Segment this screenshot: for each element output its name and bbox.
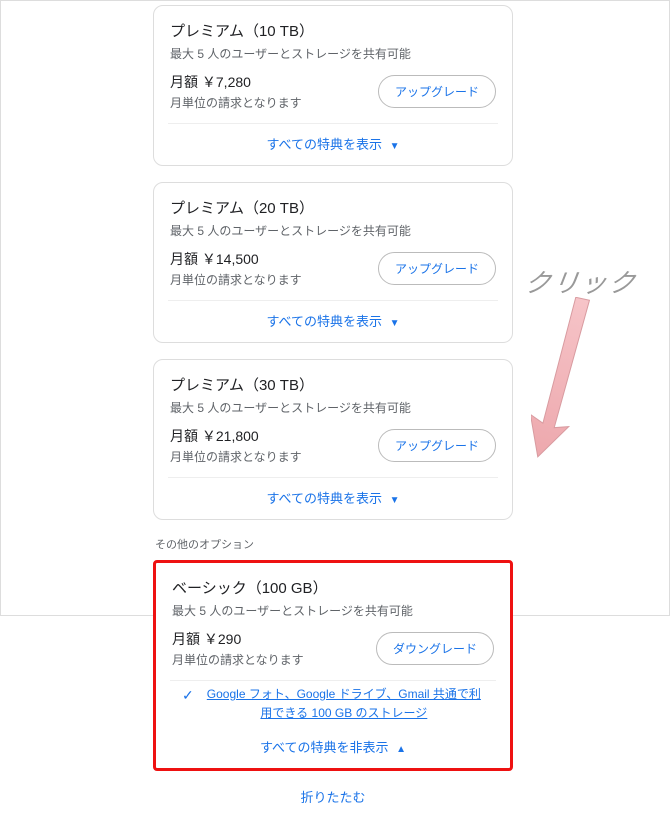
benefits-toggle[interactable]: すべての特典を表示 ▼: [170, 301, 496, 332]
plan-card-10tb: プレミアム（10 TB） 最大 5 人のユーザーとストレージを共有可能 月額 ￥…: [153, 5, 513, 166]
other-options-label: その他のオプション: [155, 536, 513, 552]
plan-billing: 月単位の請求となります: [170, 271, 302, 288]
plan-subtitle: 最大 5 人のユーザーとストレージを共有可能: [170, 222, 496, 239]
plan-subtitle: 最大 5 人のユーザーとストレージを共有可能: [170, 399, 496, 416]
chevron-up-icon: ▲: [396, 744, 406, 755]
plan-price: 月額 ￥7,280: [170, 72, 302, 92]
toggle-label: すべての特典を表示: [266, 137, 382, 152]
toggle-label: すべての特典を表示: [266, 491, 382, 506]
plan-title: プレミアム（20 TB）: [170, 197, 496, 218]
plan-card-30tb: プレミアム（30 TB） 最大 5 人のユーザーとストレージを共有可能 月額 ￥…: [153, 359, 513, 520]
plan-title: プレミアム（10 TB）: [170, 20, 496, 41]
plan-card-basic: ベーシック（100 GB） 最大 5 人のユーザーとストレージを共有可能 月額 …: [153, 560, 513, 771]
benefits-hide-toggle[interactable]: すべての特典を非表示 ▲: [172, 727, 494, 758]
plan-billing: 月単位の請求となります: [170, 94, 302, 111]
collapse-link[interactable]: 折りたたむ: [153, 787, 513, 816]
plan-subtitle: 最大 5 人のユーザーとストレージを共有可能: [172, 602, 494, 619]
chevron-down-icon: ▼: [390, 318, 400, 329]
upgrade-button[interactable]: アップグレード: [378, 75, 496, 108]
plan-price: 月額 ￥290: [172, 629, 304, 649]
benefit-line: ✓ Google フォト、Google ドライブ、Gmail 共通で利用できる …: [172, 681, 494, 727]
toggle-label: すべての特典を表示: [266, 314, 382, 329]
benefit-storage-link[interactable]: Google フォト、Google ドライブ、Gmail 共通で利用できる 10…: [204, 685, 484, 723]
plan-price: 月額 ￥21,800: [170, 426, 302, 446]
benefits-toggle[interactable]: すべての特典を表示 ▼: [170, 124, 496, 155]
chevron-down-icon: ▼: [390, 495, 400, 506]
upgrade-button[interactable]: アップグレード: [378, 429, 496, 462]
plan-billing: 月単位の請求となります: [170, 448, 302, 465]
chevron-down-icon: ▼: [390, 141, 400, 152]
plan-card-20tb: プレミアム（20 TB） 最大 5 人のユーザーとストレージを共有可能 月額 ￥…: [153, 182, 513, 343]
plan-subtitle: 最大 5 人のユーザーとストレージを共有可能: [170, 45, 496, 62]
plan-title: ベーシック（100 GB）: [172, 577, 494, 598]
plan-billing: 月単位の請求となります: [172, 651, 304, 668]
upgrade-button[interactable]: アップグレード: [378, 252, 496, 285]
downgrade-button[interactable]: ダウングレード: [376, 632, 494, 665]
plan-price: 月額 ￥14,500: [170, 249, 302, 269]
toggle-label: すべての特典を非表示: [260, 740, 389, 755]
plan-title: プレミアム（30 TB）: [170, 374, 496, 395]
check-icon: ✓: [182, 687, 194, 704]
benefits-toggle[interactable]: すべての特典を表示 ▼: [170, 478, 496, 509]
